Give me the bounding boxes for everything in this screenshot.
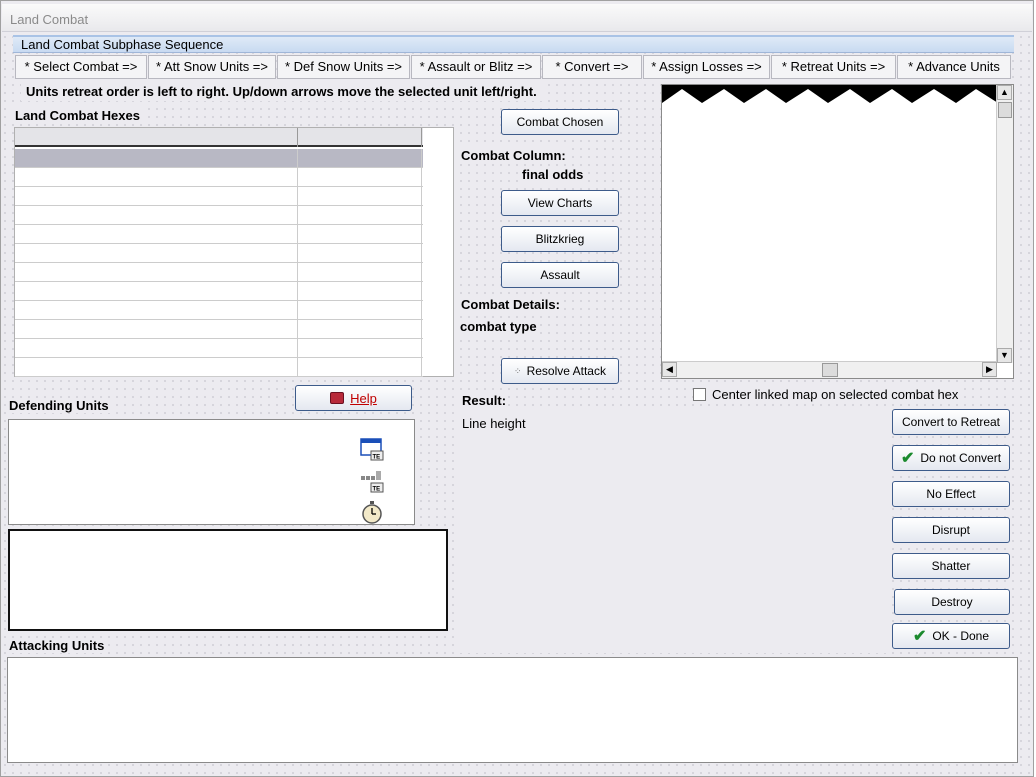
- attacking-units-panel[interactable]: [7, 657, 1018, 763]
- subphase-sequence-header: Land Combat Subphase Sequence: [13, 35, 1014, 53]
- step-assault-or-blitz[interactable]: * Assault or Blitz =>: [411, 55, 541, 79]
- ok-done-button[interactable]: ✔ OK - Done: [892, 623, 1010, 649]
- scroll-thumb[interactable]: [998, 102, 1012, 118]
- grid-header: [15, 128, 423, 147]
- table-row[interactable]: [15, 149, 423, 168]
- center-map-checkbox[interactable]: [693, 387, 706, 401]
- disrupt-button[interactable]: Disrupt: [892, 517, 1010, 543]
- combat-type-value: combat type: [458, 319, 539, 334]
- table-row[interactable]: [15, 358, 423, 377]
- step-select-combat[interactable]: * Select Combat =>: [15, 55, 147, 79]
- shatter-button[interactable]: Shatter: [892, 553, 1010, 579]
- scroll-thumb[interactable]: [822, 363, 838, 377]
- check-icon: ✔: [900, 450, 915, 467]
- table-row[interactable]: [15, 282, 423, 301]
- map-horizontal-scrollbar[interactable]: ◀ ▶: [662, 361, 997, 378]
- dots-icon: ⁘: [514, 365, 521, 376]
- step-att-snow-units[interactable]: * Att Snow Units =>: [148, 55, 276, 79]
- land-combat-hexes-grid[interactable]: [14, 127, 454, 377]
- window-te-icon[interactable]: TE: [359, 436, 385, 462]
- check-icon: ✔: [912, 628, 927, 645]
- svg-text:TE: TE: [373, 487, 381, 493]
- no-effect-button[interactable]: No Effect: [892, 481, 1010, 507]
- defending-units-panel[interactable]: TE TE: [8, 419, 415, 525]
- result-area: [457, 409, 889, 653]
- table-row[interactable]: [15, 263, 423, 282]
- defending-units-title: Defending Units: [7, 398, 111, 413]
- step-assign-losses[interactable]: * Assign Losses =>: [643, 55, 770, 79]
- resolve-attack-button[interactable]: ⁘ Resolve Attack: [501, 358, 619, 384]
- destroy-button[interactable]: Destroy: [894, 589, 1010, 615]
- step-advance-units[interactable]: * Advance Units: [897, 55, 1011, 79]
- assault-button[interactable]: Assault: [501, 262, 619, 288]
- table-row[interactable]: [15, 339, 423, 358]
- combat-column-label: Combat Column:: [459, 148, 568, 163]
- table-row[interactable]: [15, 206, 423, 225]
- do-not-convert-label: Do not Convert: [920, 451, 1002, 465]
- table-row[interactable]: [15, 301, 423, 320]
- grid-te-icon[interactable]: TE: [359, 468, 385, 494]
- table-row[interactable]: [15, 225, 423, 244]
- table-row[interactable]: [15, 320, 423, 339]
- step-def-snow-units[interactable]: * Def Snow Units =>: [277, 55, 410, 79]
- view-charts-button[interactable]: View Charts: [501, 190, 619, 216]
- land-combat-window: Land Combat Land Combat Subphase Sequenc…: [0, 0, 1034, 777]
- resolve-attack-label: Resolve Attack: [526, 364, 606, 378]
- center-map-option[interactable]: Center linked map on selected combat hex: [693, 385, 965, 403]
- subphase-sequence-steps: * Select Combat => * Att Snow Units => *…: [13, 55, 1014, 80]
- combat-details-label: Combat Details:: [459, 297, 562, 312]
- result-label: Result:: [460, 393, 509, 408]
- do-not-convert-button[interactable]: ✔ Do not Convert: [892, 445, 1010, 471]
- book-icon: [330, 392, 345, 404]
- map-vertical-scrollbar[interactable]: ▲ ▼: [996, 85, 1013, 363]
- step-retreat-units[interactable]: * Retreat Units =>: [771, 55, 896, 79]
- retreat-order-instructions: Units retreat order is left to right. Up…: [21, 84, 542, 101]
- convert-to-retreat-button[interactable]: Convert to Retreat: [892, 409, 1010, 435]
- table-row[interactable]: [15, 244, 423, 263]
- subphase-sequence-title: Land Combat Subphase Sequence: [21, 37, 224, 52]
- ok-done-label: OK - Done: [932, 629, 990, 643]
- land-combat-hexes-title: Land Combat Hexes: [12, 108, 143, 123]
- step-convert[interactable]: * Convert =>: [542, 55, 642, 79]
- final-odds-value: final odds: [519, 167, 587, 182]
- scroll-down-icon[interactable]: ▼: [997, 348, 1012, 363]
- help-button[interactable]: Help: [295, 385, 412, 411]
- combat-chosen-button[interactable]: Combat Chosen: [501, 109, 619, 135]
- table-row[interactable]: [15, 187, 423, 206]
- window-title: Land Combat: [10, 12, 89, 27]
- attacking-units-title: Attacking Units: [7, 638, 107, 653]
- svg-text:TE: TE: [373, 455, 381, 461]
- blitzkrieg-button[interactable]: Blitzkrieg: [501, 226, 619, 252]
- center-map-label: Center linked map on selected combat hex: [712, 386, 959, 402]
- scroll-up-icon[interactable]: ▲: [997, 85, 1012, 100]
- title-bar: Land Combat: [2, 4, 1032, 32]
- scroll-left-icon[interactable]: ◀: [662, 362, 677, 377]
- result-value: Line height: [460, 416, 528, 431]
- stopwatch-icon[interactable]: [359, 499, 385, 525]
- scroll-right-icon[interactable]: ▶: [982, 362, 997, 377]
- table-row[interactable]: [15, 168, 423, 187]
- help-label: Help: [350, 390, 377, 406]
- unit-selection-panel[interactable]: [8, 529, 448, 631]
- map-hex-edge: [662, 85, 998, 103]
- linked-map-pane[interactable]: ▲ ▼ ◀ ▶: [661, 84, 1014, 379]
